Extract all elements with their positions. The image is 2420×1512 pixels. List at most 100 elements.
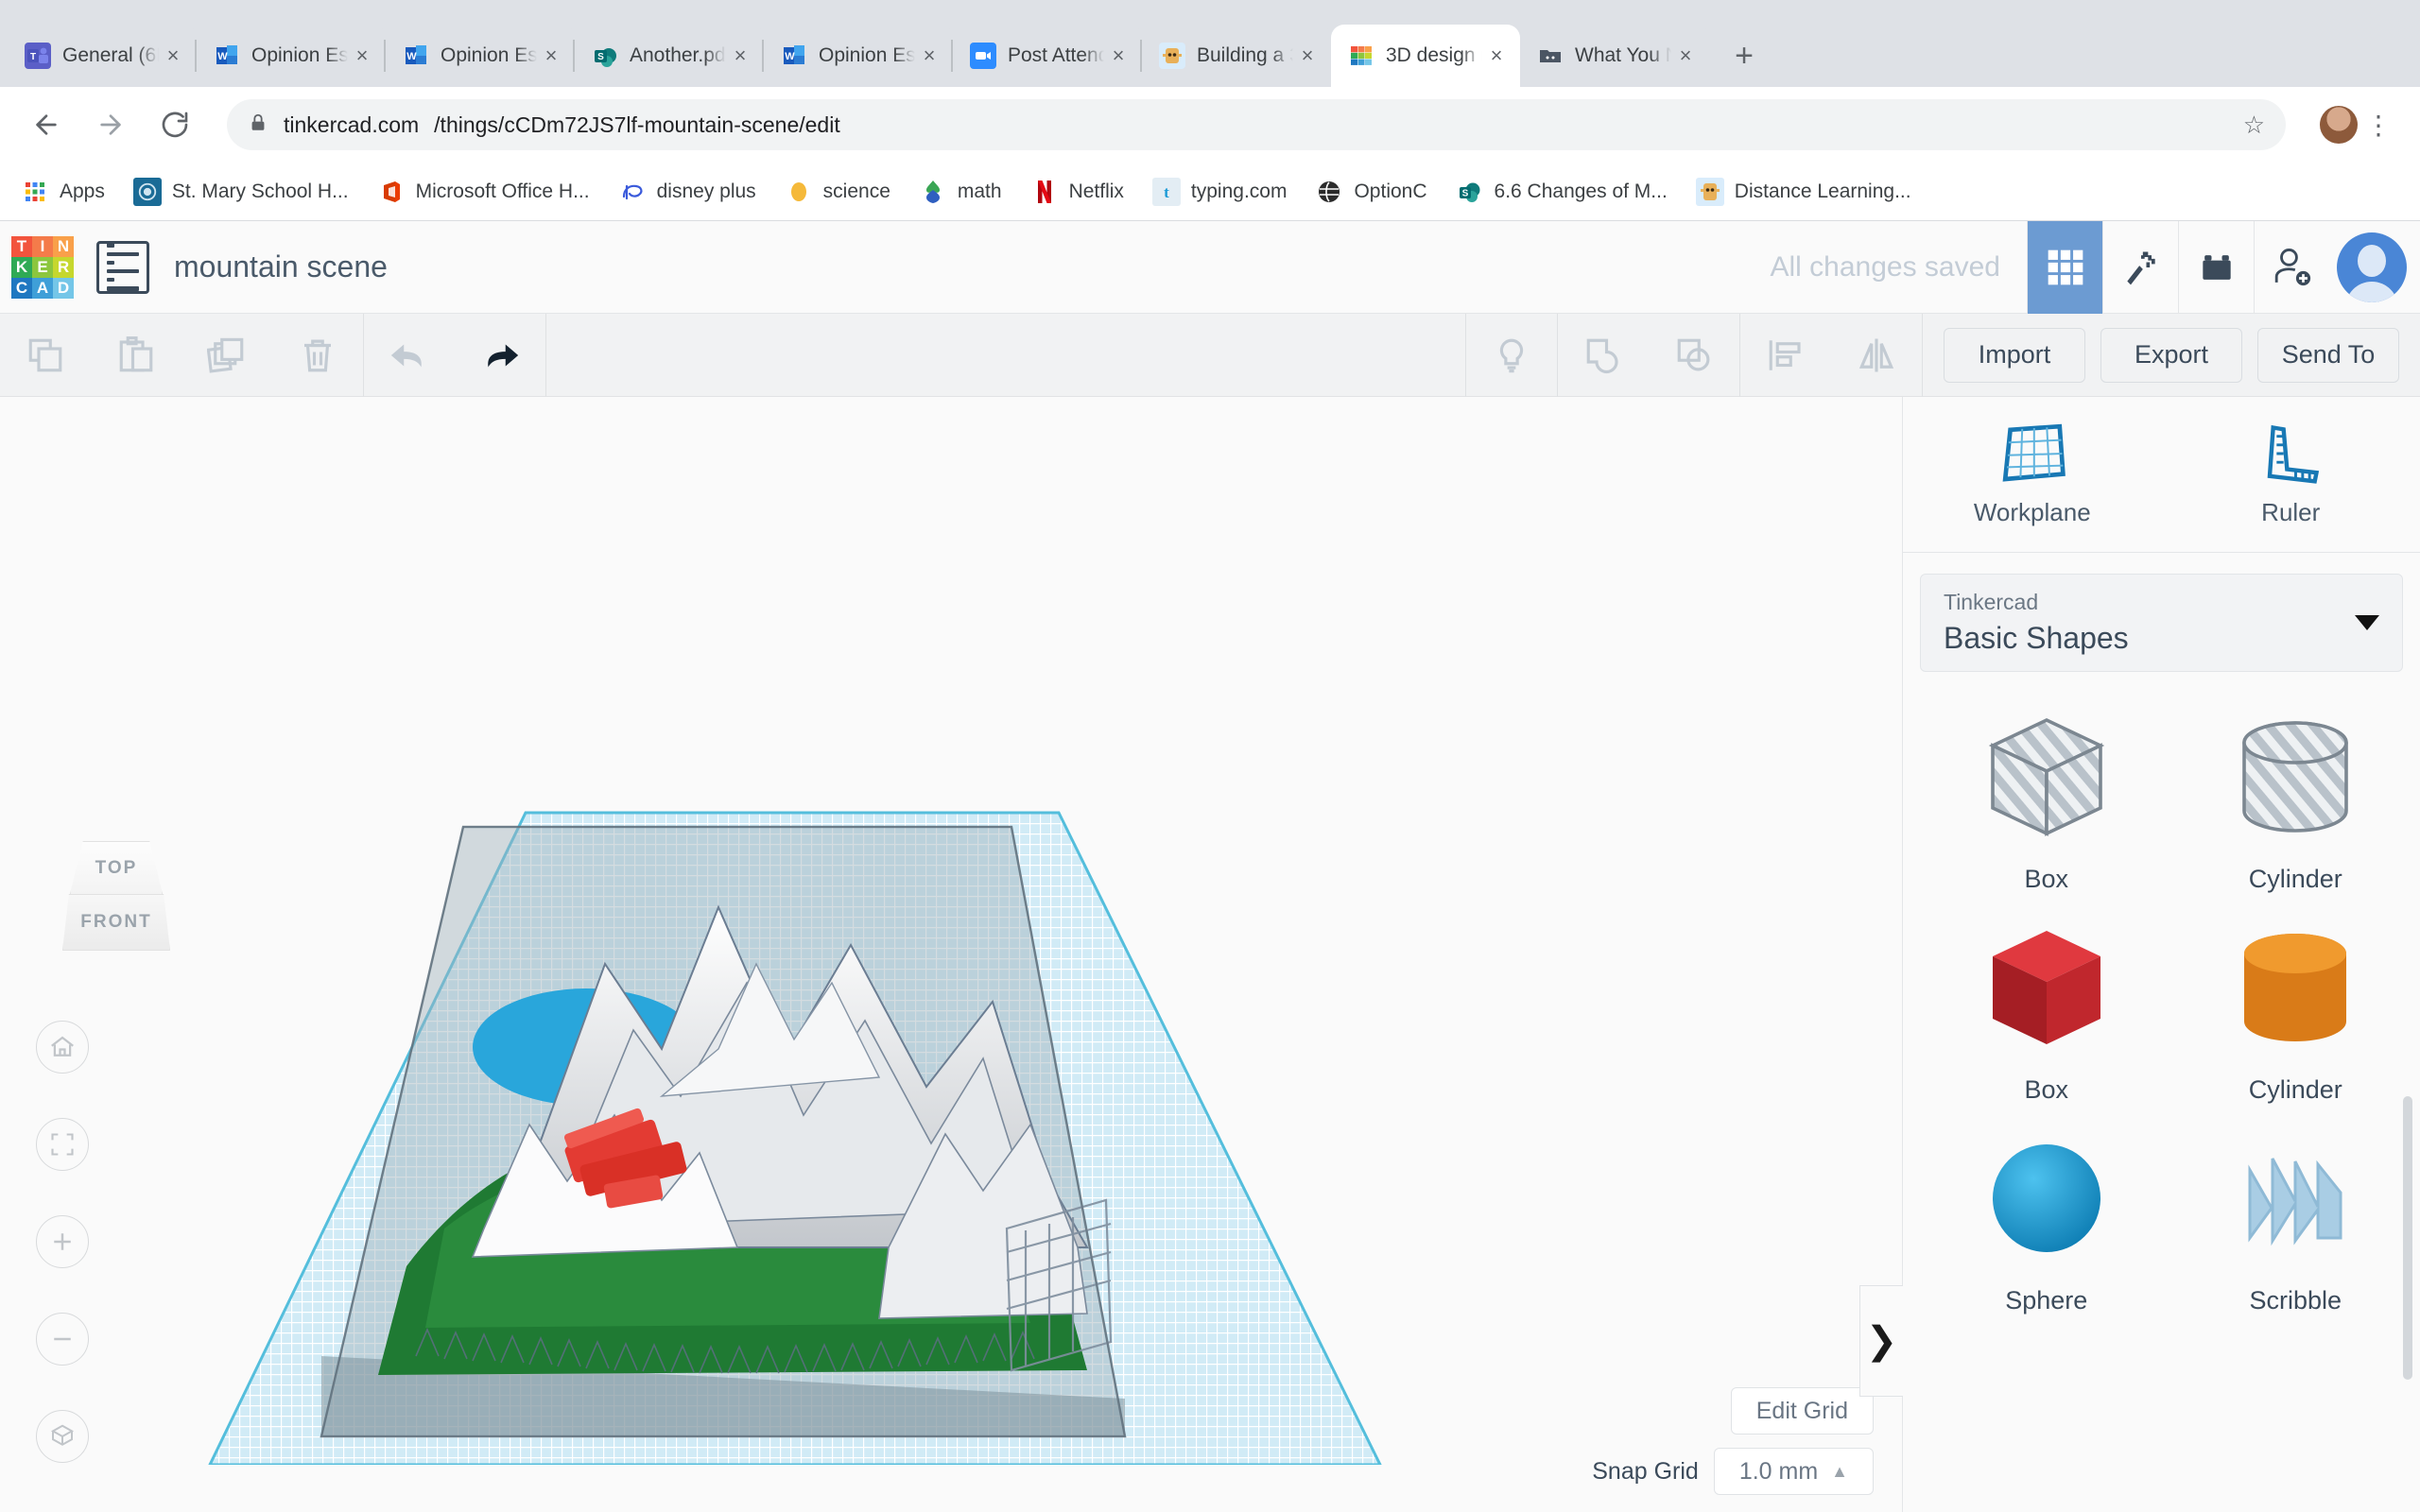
new-tab-button[interactable]: + [1719,30,1770,81]
tinkercad-logo-icon[interactable]: T I N K E R C A D [11,235,74,299]
shape-label: Box [2024,865,2069,893]
duplicate-icon[interactable] [182,314,272,397]
shape-label: Cylinder [2248,865,2342,893]
export-button[interactable]: Export [2100,327,2242,383]
tab-title: What You N [1575,44,1671,66]
3d-scene[interactable] [0,397,1902,1465]
snap-grid-row: Snap Grid 1.0 mm ▲ [1592,1448,1874,1495]
blocks-icon[interactable] [2027,220,2102,314]
3d-canvas[interactable]: Workp TOP FRONT [0,397,1902,1512]
bookmark-disney-plus[interactable]: disney plus [618,178,756,206]
redo-icon[interactable] [455,314,545,397]
tab-close-button[interactable]: × [1293,42,1322,70]
bookmark-star-icon[interactable]: ☆ [2243,111,2265,140]
reload-button[interactable] [149,99,200,150]
view-cube[interactable]: TOP FRONT [55,841,178,953]
tab-close-button[interactable]: × [159,42,187,70]
shape-item-scribble[interactable]: Scribble [2181,1127,2411,1315]
tab-close-button[interactable]: × [915,42,943,70]
panel-scrollbar[interactable] [2403,1096,2412,1380]
collapse-panel-button[interactable]: ❯ [1859,1285,1903,1397]
tab-close-button[interactable]: × [1104,42,1132,70]
bookmark-st-mary-school[interactable]: St. Mary School H... [132,177,349,206]
lightbulb-icon[interactable] [1466,314,1557,397]
bookmark-apps[interactable]: Apps [21,178,105,206]
browser-tab[interactable]: W Opinion Ess × [762,25,953,87]
import-button[interactable]: Import [1944,327,2085,383]
browser-tab[interactable]: W Opinion Ess × [384,25,575,87]
bookmark-science[interactable]: science [785,178,890,206]
classdojo-icon [1695,177,1724,206]
browser-tab[interactable]: W Opinion Ess × [195,25,386,87]
bookmark-math[interactable]: math [919,178,1002,206]
edit-grid-button[interactable]: Edit Grid [1730,1387,1874,1435]
paste-icon[interactable] [91,314,182,397]
lego-brick-icon[interactable] [2178,220,2254,314]
tab-close-button[interactable]: × [1671,42,1700,70]
workplane-tool[interactable]: Workplane [1947,422,2118,527]
science-icon [785,178,813,206]
browser-tab-active[interactable]: 3D design m × [1331,25,1520,87]
bookmark-typing-com[interactable]: t typing.com [1151,177,1287,206]
home-view-button[interactable] [36,1021,89,1074]
tab-close-button[interactable]: × [1482,42,1511,70]
word-icon: W [214,43,240,69]
browser-tab[interactable]: S Another.pdf × [573,25,764,87]
tab-title: Opinion Ess [441,44,537,66]
zoom-in-button[interactable] [36,1215,89,1268]
optionc-icon [1315,178,1343,206]
tab-close-button[interactable]: × [726,42,754,70]
undo-icon[interactable] [364,314,455,397]
group-icon[interactable] [1558,314,1649,397]
view-cube-top-face[interactable]: TOP [70,841,163,894]
school-icon [132,177,162,206]
browser-tab[interactable]: T General (6P × [8,25,197,87]
shape-item-cylinder[interactable]: Cylinder [2181,917,2411,1105]
invite-person-icon[interactable] [2254,220,2329,314]
align-icon[interactable] [1740,314,1831,397]
minecraft-pickaxe-icon[interactable] [2102,220,2178,314]
delete-icon[interactable] [272,314,363,397]
shape-item-cylinder-hole[interactable]: Cylinder [2181,706,2411,894]
tab-close-button[interactable]: × [348,42,376,70]
browser-tab[interactable]: Building a 3 × [1140,25,1331,87]
typing-icon: t [1151,177,1181,206]
bookmark-microsoft-office[interactable]: Microsoft Office H... [377,178,590,206]
shape-item-sphere[interactable]: Sphere [1931,1127,2162,1315]
lock-icon [248,112,268,138]
shape-library-select[interactable]: Tinkercad Basic Shapes [1920,574,2403,672]
copy-icon[interactable] [0,314,91,397]
save-status: All changes saved [1770,250,2001,283]
bookmark-distance-learning[interactable]: Distance Learning... [1695,177,1911,206]
shape-label: Scribble [2249,1286,2342,1314]
ruler-tool[interactable]: Ruler [2205,422,2376,527]
shape-item-box[interactable]: Box [1931,917,2162,1105]
project-list-icon[interactable] [96,240,149,294]
mirror-icon[interactable] [1831,314,1922,397]
view-cube-front-face[interactable]: FRONT [62,894,170,951]
avatar[interactable] [2320,106,2358,144]
forward-button[interactable] [85,99,136,150]
url-input[interactable]: tinkercad.com/things/cCDm72JS7lf-mountai… [227,99,2286,150]
ungroup-icon[interactable] [1649,314,1739,397]
browser-tab[interactable]: Post Attend × [951,25,1142,87]
tab-close-button[interactable]: × [537,42,565,70]
zoom-out-button[interactable] [36,1313,89,1366]
sharepoint-icon: S [1456,178,1484,206]
user-avatar[interactable] [2337,232,2407,302]
browser-tab[interactable]: What You N × [1520,25,1709,87]
back-button[interactable] [21,99,72,150]
perspective-toggle-button[interactable] [36,1410,89,1463]
bookmark-changes-of-m[interactable]: S 6.6 Changes of M... [1456,178,1668,206]
snap-grid-select[interactable]: 1.0 mm ▲ [1713,1448,1874,1495]
shape-item-box-hole[interactable]: Box [1931,706,2162,894]
chrome-menu-button[interactable]: ⋮ [2358,110,2399,141]
scribble-icon [2248,1158,2342,1246]
fit-all-button[interactable] [36,1118,89,1171]
bookmark-netflix[interactable]: Netflix [1030,178,1124,206]
send-to-button[interactable]: Send To [2257,327,2399,383]
shapes-panel: ❯ Workplane Ruler Tinkercad Basic Shapes… [1859,397,2420,1512]
bookmark-optionc[interactable]: OptionC [1315,178,1427,206]
shape-label: Cylinder [2248,1075,2342,1104]
page-title[interactable]: mountain scene [174,249,388,284]
